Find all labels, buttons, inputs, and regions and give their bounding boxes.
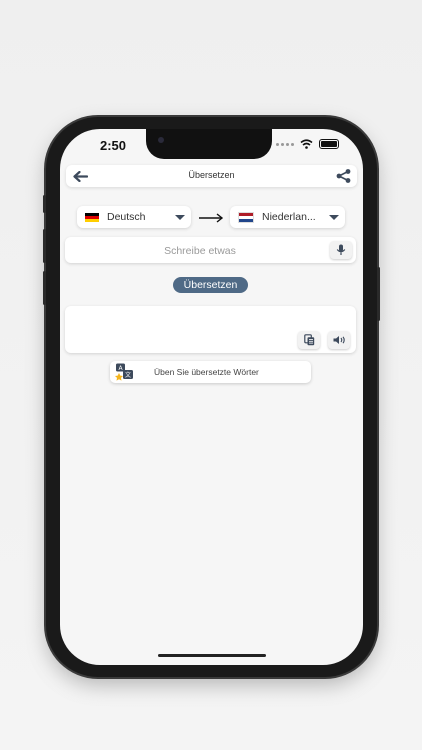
app-screen: 2:50 Übersetzen Deutsch Niederlan... Sch…	[60, 129, 363, 665]
source-language-name: Deutsch	[107, 211, 146, 223]
side-button-volume-up	[43, 229, 46, 263]
phone-frame: 2:50 Übersetzen Deutsch Niederlan... Sch…	[43, 117, 380, 677]
translation-output-card	[65, 306, 356, 353]
signal-dots-icon	[276, 142, 294, 146]
translate-button[interactable]: Übersetzen	[173, 277, 248, 293]
battery-icon	[319, 139, 339, 149]
side-button-volume-down	[43, 271, 46, 305]
share-button[interactable]	[335, 168, 351, 184]
app-header: Übersetzen	[66, 165, 357, 187]
source-text-card	[65, 237, 356, 263]
wifi-icon	[300, 139, 313, 149]
page-title: Übersetzen	[188, 170, 235, 180]
target-language-name: Niederlan...	[262, 211, 316, 223]
side-button-action	[43, 195, 46, 213]
practice-words-label: Üben Sie übersetzte Wörter	[154, 367, 259, 377]
side-button-power	[377, 267, 380, 321]
microphone-icon	[336, 244, 346, 255]
microphone-button[interactable]	[330, 241, 352, 259]
share-icon	[336, 169, 350, 183]
speaker-icon	[333, 336, 345, 344]
chevron-down-icon	[329, 214, 339, 220]
german-flag-icon	[85, 212, 99, 222]
camera	[158, 137, 164, 143]
copy-icon	[303, 334, 314, 346]
arrow-right-icon	[199, 213, 224, 223]
copy-button[interactable]	[298, 331, 320, 349]
status-time: 2:50	[100, 138, 127, 153]
practice-words-button[interactable]: A 文 Üben Sie übersetzte Wörter	[110, 361, 311, 383]
target-language-select[interactable]: Niederlan...	[230, 206, 345, 228]
direction-arrow	[198, 211, 224, 229]
svg-text:文: 文	[125, 371, 131, 379]
source-text-input[interactable]	[73, 241, 327, 261]
source-language-select[interactable]: Deutsch	[77, 206, 191, 228]
status-icons	[276, 139, 339, 149]
notch	[146, 129, 272, 159]
dutch-flag-icon	[238, 211, 254, 223]
chevron-down-icon	[175, 214, 185, 220]
speaker-button[interactable]	[328, 331, 350, 349]
translate-practice-icon: A 文	[115, 363, 133, 381]
home-indicator	[158, 654, 266, 657]
